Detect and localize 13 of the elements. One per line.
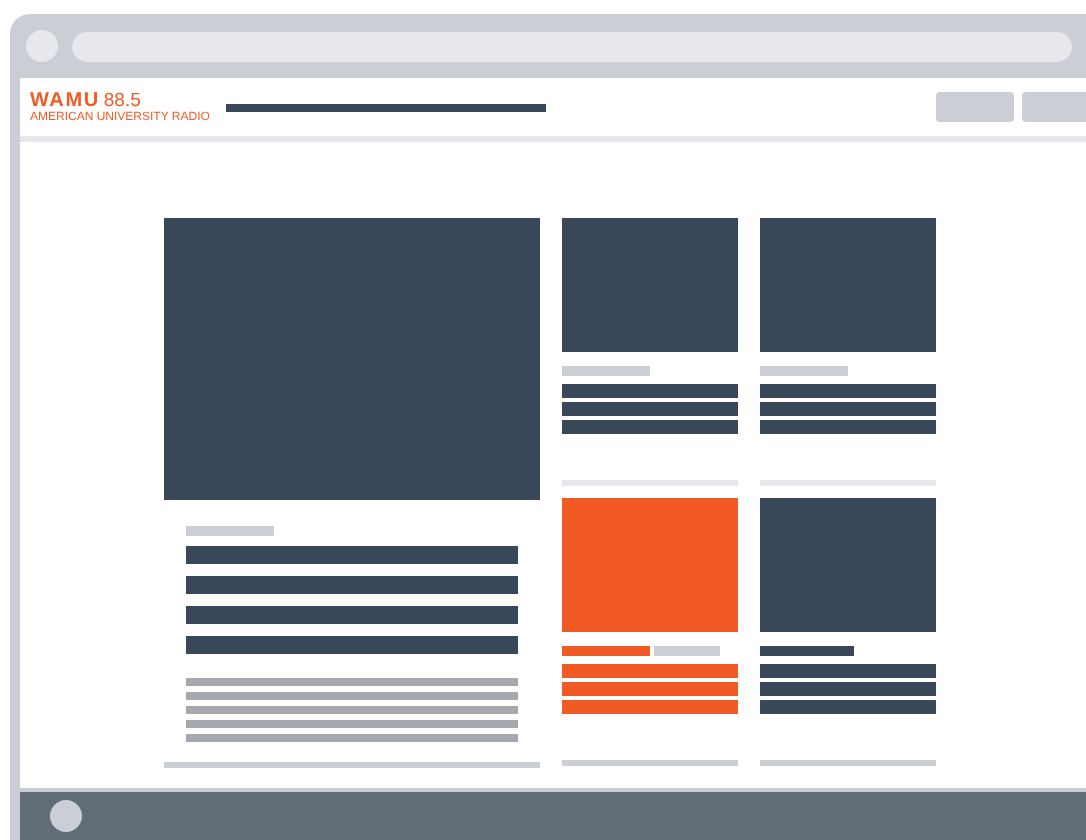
label-placeholder — [654, 646, 720, 656]
window-button[interactable] — [26, 30, 58, 62]
header-button[interactable] — [1022, 92, 1086, 122]
circle-button[interactable] — [50, 800, 82, 832]
label-placeholder — [186, 526, 274, 536]
address-bar[interactable] — [72, 31, 1072, 61]
logo-name: WAMU — [30, 90, 100, 112]
label-placeholder — [760, 366, 848, 376]
logo-frequency: 88.5 — [103, 90, 141, 112]
header-button[interactable] — [936, 92, 1014, 122]
label-placeholder — [760, 646, 854, 656]
label-placeholder — [562, 646, 650, 656]
label-placeholder — [562, 366, 650, 376]
